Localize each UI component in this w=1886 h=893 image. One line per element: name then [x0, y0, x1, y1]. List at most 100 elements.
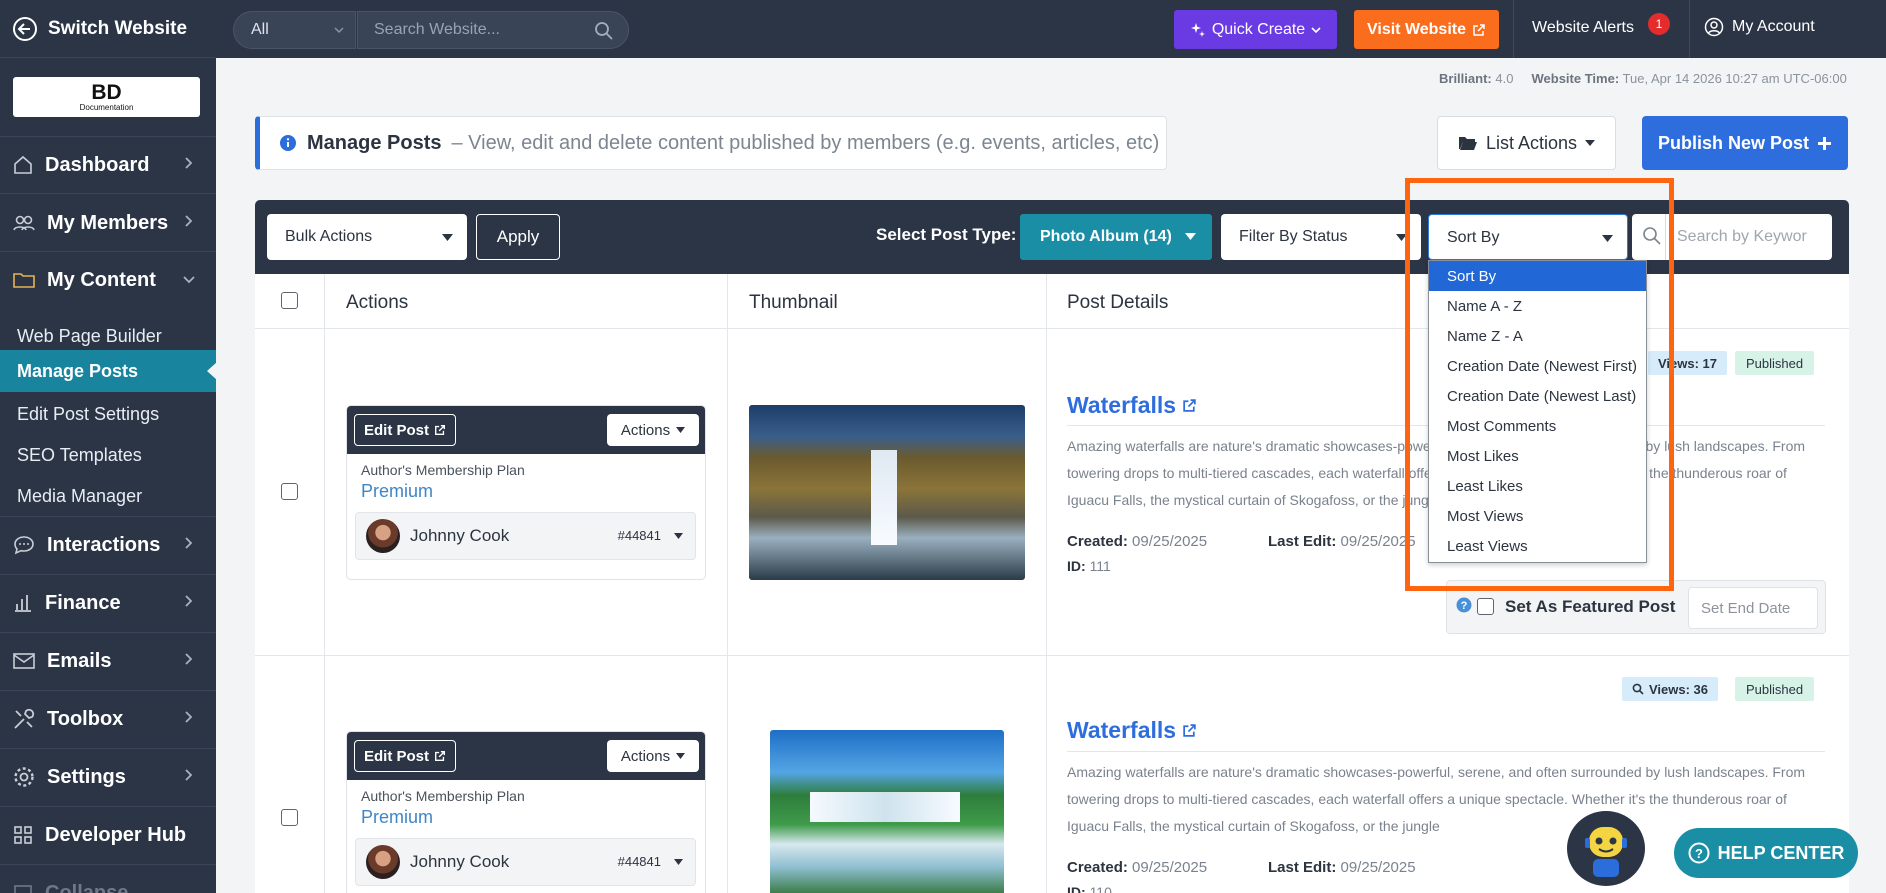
post-id: ID: 111 — [1067, 558, 1111, 574]
post-actions-button[interactable]: Actions — [607, 414, 699, 446]
top-bar: All Search Website... Quick Create Visit… — [216, 0, 1886, 58]
membership-plan-link[interactable]: Premium — [361, 807, 705, 828]
subnav-media-manager[interactable]: Media Manager — [17, 486, 142, 507]
website-time-label: Website Time: — [1531, 71, 1620, 86]
subnav-web-page-builder[interactable]: Web Page Builder — [17, 326, 162, 347]
apply-button[interactable]: Apply — [476, 214, 560, 260]
last-edit-date: Last Edit: 09/25/2025 — [1268, 533, 1416, 550]
help-icon[interactable]: ? — [1456, 597, 1472, 613]
quick-create-label: Quick Create — [1211, 20, 1306, 38]
nav-label: Developer Hub — [45, 823, 187, 846]
search-scope-select[interactable]: All — [233, 11, 356, 49]
site-logo[interactable]: BD Documentation — [13, 77, 200, 117]
my-account-menu[interactable]: My Account — [1704, 17, 1815, 37]
post-type-select[interactable]: Photo Album (14) — [1020, 214, 1212, 260]
edit-post-button[interactable]: Edit Post — [354, 740, 456, 772]
publish-label: Publish New Post — [1657, 132, 1810, 153]
nav-my-content[interactable]: My Content — [0, 252, 216, 308]
website-alerts-link[interactable]: Website Alerts — [1532, 19, 1634, 37]
membership-plan-link[interactable]: Premium — [361, 481, 705, 502]
post-title-link[interactable]: Waterfalls — [1067, 392, 1197, 419]
help-center-button[interactable]: ? HELP CENTER — [1674, 828, 1858, 878]
visit-website-label: Visit Website — [1367, 20, 1466, 38]
chevron-down-icon — [1311, 26, 1321, 33]
quick-create-button[interactable]: Quick Create — [1174, 10, 1337, 49]
nav-settings[interactable]: Settings — [0, 749, 216, 805]
post-action-card: Edit Post Actions Author's Membership Pl… — [346, 731, 706, 893]
subnav-edit-post-settings[interactable]: Edit Post Settings — [17, 404, 159, 425]
nav-developer-hub[interactable]: Developer Hub — [0, 807, 216, 863]
visit-website-button[interactable]: Visit Website — [1354, 10, 1499, 49]
page-description: – View, edit and delete content publishe… — [451, 131, 1160, 154]
author-selector[interactable]: Johnny Cook #44841 — [355, 512, 696, 560]
chevron-right-icon — [185, 537, 193, 549]
publish-new-post-button[interactable]: Publish New Post — [1642, 116, 1848, 170]
external-link-icon — [1183, 724, 1196, 737]
tools-icon — [14, 708, 35, 729]
featured-post-checkbox[interactable] — [1477, 598, 1494, 615]
post-actions-label: Actions — [620, 747, 671, 765]
house-icon — [14, 155, 32, 174]
search-icon[interactable] — [594, 21, 614, 41]
featured-post-label: Set As Featured Post — [1505, 597, 1676, 616]
post-thumbnail[interactable] — [770, 730, 1004, 893]
version-label: Brilliant: — [1439, 71, 1492, 86]
row-checkbox[interactable] — [281, 809, 298, 826]
nav-toolbox[interactable]: Toolbox — [0, 691, 216, 747]
nav-label: Emails — [47, 649, 112, 672]
external-link-icon — [435, 425, 445, 435]
chatbot-avatar[interactable] — [1567, 811, 1645, 886]
set-end-date-input[interactable]: Set End Date — [1688, 587, 1818, 629]
chevron-right-icon — [185, 711, 193, 723]
header-thumbnail: Thumbnail — [749, 292, 838, 313]
collapse-icon — [14, 885, 32, 893]
select-all-checkbox[interactable] — [281, 292, 298, 309]
bulk-actions-select[interactable]: Bulk Actions — [267, 214, 467, 260]
keyword-placeholder: Search by Keywor — [1677, 228, 1807, 245]
nav-collapse[interactable]: Collapse — [0, 865, 216, 893]
list-actions-button[interactable]: List Actions — [1437, 116, 1616, 170]
views-badge: Views: 36 — [1622, 677, 1719, 701]
switch-website-button[interactable]: Switch Website — [0, 0, 216, 58]
edit-post-button[interactable]: Edit Post — [354, 414, 456, 446]
chevron-down-icon — [334, 27, 344, 34]
nav-interactions[interactable]: Interactions — [0, 517, 216, 573]
edit-post-label: Edit Post — [363, 421, 429, 439]
nav-label: Settings — [47, 765, 126, 788]
post-title-link[interactable]: Waterfalls — [1067, 717, 1197, 744]
alerts-count-badge: 1 — [1648, 13, 1670, 35]
version-value: 4.0 — [1495, 71, 1514, 86]
search-placeholder: Search Website... — [374, 21, 500, 38]
nav-label: Collapse — [45, 881, 129, 893]
external-link-icon — [1473, 23, 1485, 36]
highlight-box — [1405, 178, 1674, 591]
post-thumbnail[interactable] — [749, 405, 1025, 580]
page-title: Manage Posts — [307, 131, 442, 154]
status-badge: Published — [1735, 351, 1815, 375]
sidebar: Switch Website BD Documentation Dashboar… — [0, 0, 217, 893]
post-actions-button[interactable]: Actions — [607, 740, 699, 772]
svg-text:?: ? — [1695, 846, 1703, 861]
nav-finance[interactable]: Finance — [0, 575, 216, 631]
chat-icon — [14, 536, 34, 555]
user-circle-icon — [1704, 17, 1724, 37]
row-checkbox[interactable] — [281, 483, 298, 500]
caret-down-icon — [674, 533, 683, 539]
nav-emails[interactable]: Emails — [0, 633, 216, 689]
scope-value: All — [251, 21, 269, 38]
search-icon — [1632, 683, 1644, 695]
caret-down-icon — [1185, 233, 1196, 240]
page-info-banner: Manage Posts – View, edit and delete con… — [255, 116, 1167, 170]
website-search-input[interactable]: Search Website... — [357, 11, 629, 49]
nav-dashboard[interactable]: Dashboard — [0, 137, 216, 193]
filter-status-select[interactable]: Filter By Status — [1221, 214, 1421, 260]
subnav-seo-templates[interactable]: SEO Templates — [17, 445, 142, 466]
caret-down-icon — [1585, 140, 1596, 146]
nav-my-members[interactable]: My Members — [0, 195, 216, 251]
avatar — [366, 845, 400, 879]
caret-down-icon — [674, 859, 683, 865]
author-selector[interactable]: Johnny Cook #44841 — [355, 838, 696, 886]
subnav-manage-posts[interactable]: Manage Posts — [0, 350, 217, 392]
nav-label: Dashboard — [45, 153, 150, 176]
author-name: Johnny Cook — [410, 526, 510, 545]
